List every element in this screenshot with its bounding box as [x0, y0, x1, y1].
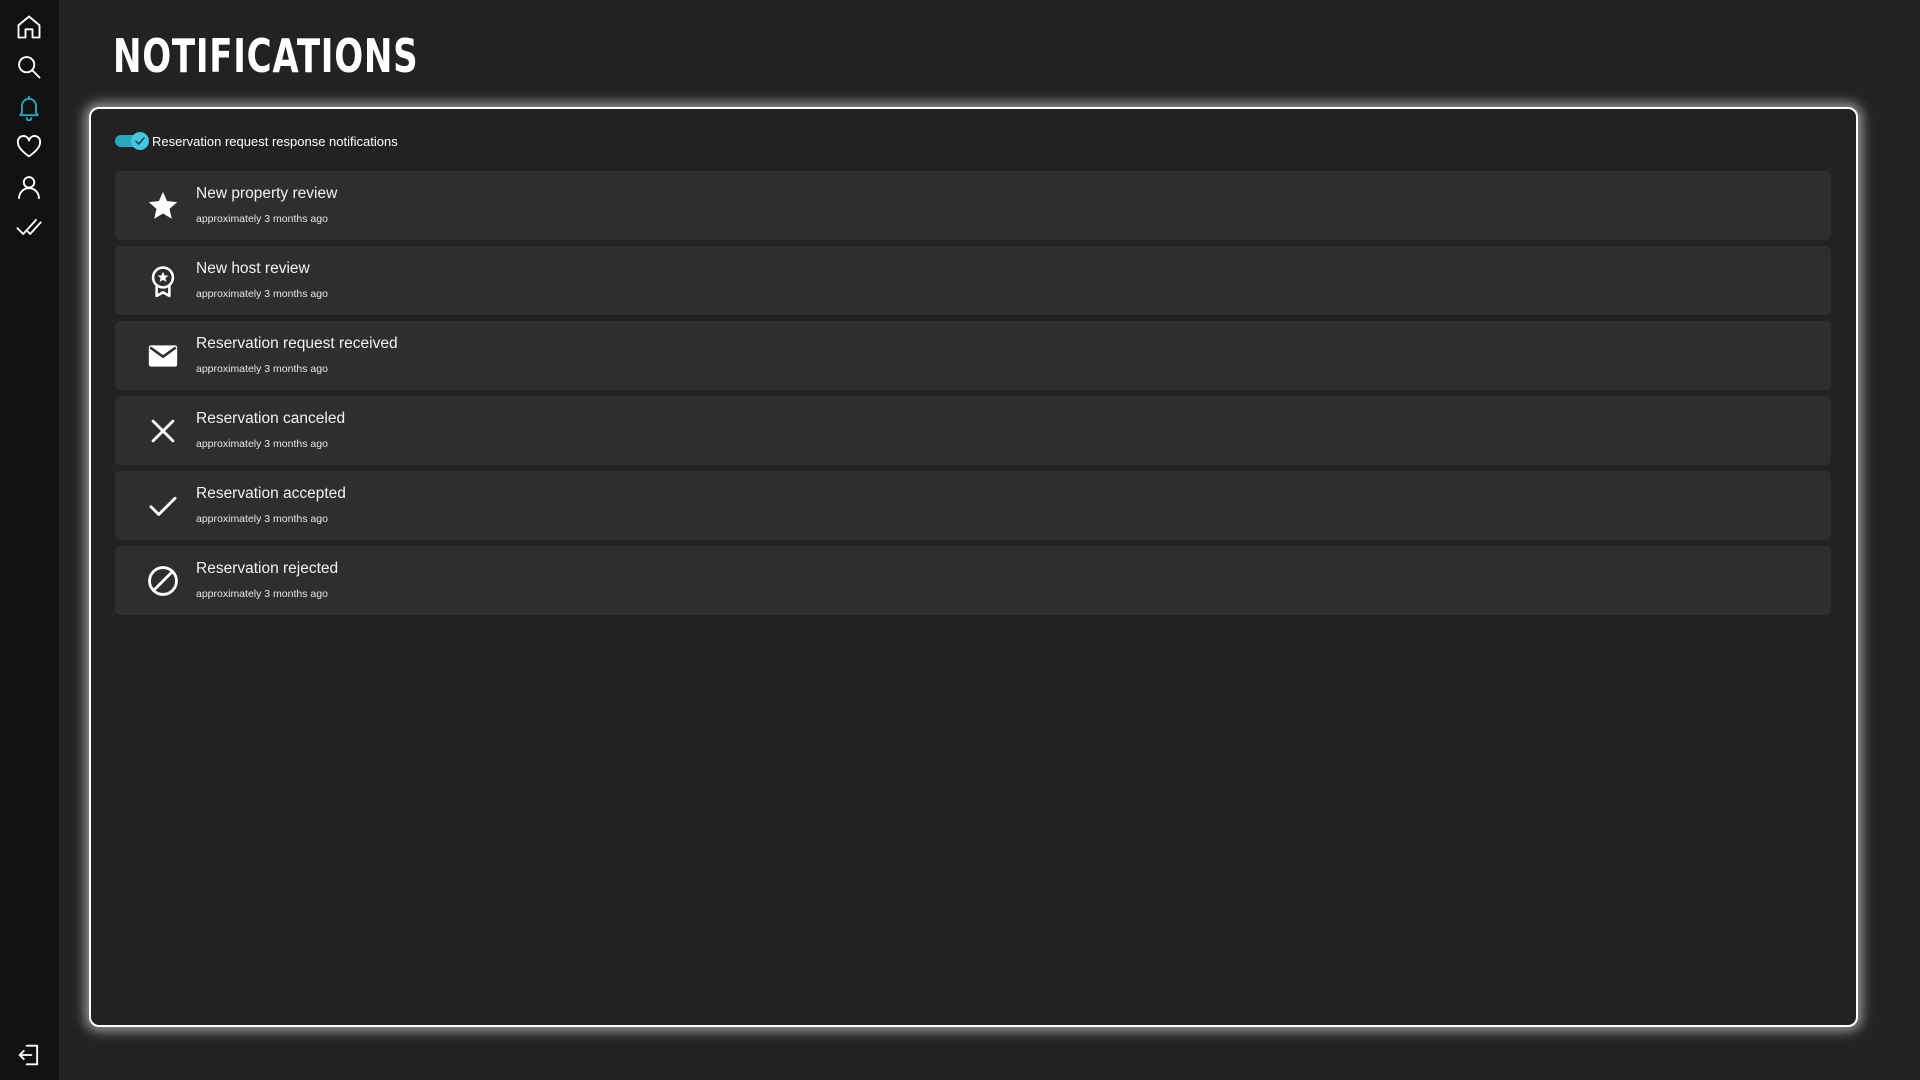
reservation-response-toggle[interactable] — [115, 132, 149, 150]
notification-title: New host review — [196, 260, 310, 277]
toggle-thumb — [131, 132, 149, 150]
block-icon — [145, 563, 181, 599]
double-check-icon — [16, 219, 42, 235]
close-icon — [145, 413, 181, 449]
heart-icon — [16, 135, 42, 158]
notification-item[interactable]: Reservation request received approximate… — [115, 321, 1831, 390]
notification-item[interactable]: Reservation rejected approximately 3 mon… — [115, 546, 1831, 615]
notification-timestamp: approximately 3 months ago — [196, 213, 328, 225]
star-icon — [145, 188, 181, 224]
sidebar — [0, 0, 59, 1080]
notification-item[interactable]: Reservation canceled approximately 3 mon… — [115, 396, 1831, 465]
notification-timestamp: approximately 3 months ago — [196, 438, 328, 450]
notification-timestamp: approximately 3 months ago — [196, 363, 328, 375]
notification-timestamp: approximately 3 months ago — [196, 588, 328, 600]
badge-icon — [145, 263, 181, 299]
nav-notifications-button[interactable] — [10, 88, 48, 126]
notification-title: Reservation rejected — [196, 560, 339, 577]
check-icon — [145, 488, 181, 524]
notification-title: Reservation accepted — [196, 485, 346, 502]
notification-timestamp: approximately 3 months ago — [196, 288, 328, 300]
nav-search-button[interactable] — [10, 48, 48, 86]
logout-icon — [18, 1044, 39, 1066]
notification-title: New property review — [196, 185, 338, 202]
nav-profile-button[interactable] — [10, 168, 48, 206]
search-icon — [18, 56, 41, 79]
mail-icon — [145, 338, 181, 374]
user-icon — [18, 176, 40, 200]
notification-item[interactable]: New property review approximately 3 mont… — [115, 171, 1831, 240]
notification-list: New property review approximately 3 mont… — [115, 171, 1831, 621]
page-title: NOTIFICATIONS — [113, 29, 419, 83]
home-icon — [17, 15, 41, 39]
notification-item[interactable]: Reservation accepted approximately 3 mon… — [115, 471, 1831, 540]
notification-timestamp: approximately 3 months ago — [196, 513, 328, 525]
main-content: NOTIFICATIONS Reservation request respon… — [59, 0, 1920, 1080]
bell-icon — [19, 95, 39, 121]
check-icon — [135, 137, 145, 145]
notifications-panel: Reservation request response notificatio… — [89, 107, 1858, 1027]
notification-title: Reservation canceled — [196, 410, 346, 427]
nav-home-button[interactable] — [10, 8, 48, 46]
notification-title: Reservation request received — [196, 335, 398, 352]
toggle-label: Reservation request response notificatio… — [152, 133, 398, 149]
notification-item[interactable]: New host review approximately 3 months a… — [115, 246, 1831, 315]
notification-setting-row[interactable]: Reservation request response notificatio… — [115, 132, 398, 150]
nav-favorites-button[interactable] — [10, 128, 48, 166]
logout-button[interactable] — [10, 1036, 48, 1074]
nav-reservations-button[interactable] — [10, 208, 48, 246]
